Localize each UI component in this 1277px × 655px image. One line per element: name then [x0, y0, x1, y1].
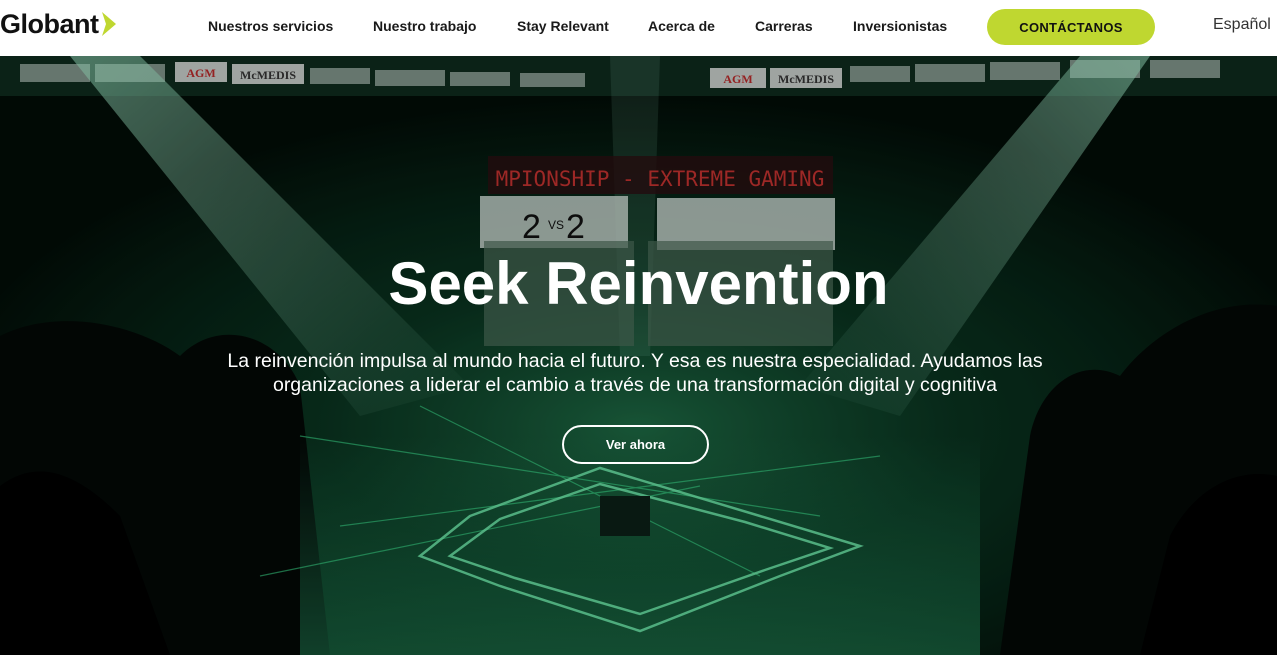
watch-now-button[interactable]: Ver ahora — [562, 425, 709, 464]
site-header: Globant Nuestros servicios Nuestro traba… — [0, 0, 1277, 56]
nav-item-careers[interactable]: Carreras — [755, 18, 813, 34]
nav-item-about[interactable]: Acerca de — [648, 18, 715, 34]
chevron-right-icon — [101, 12, 116, 36]
hero-title: Seek Reinvention — [388, 250, 889, 317]
nav-item-stay-relevant[interactable]: Stay Relevant — [517, 18, 609, 34]
hero-subtitle: La reinvención impulsa al mundo hacia el… — [227, 350, 1043, 396]
nav-item-services[interactable]: Nuestros servicios — [208, 18, 333, 34]
nav-item-work[interactable]: Nuestro trabajo — [373, 18, 476, 34]
nav-item-investors[interactable]: Inversionistas — [853, 18, 947, 34]
language-selector[interactable]: Español — [1213, 16, 1271, 34]
contact-button[interactable]: CONTÁCTANOS — [987, 9, 1155, 45]
globant-logo[interactable]: Globant — [0, 8, 117, 40]
logo-wordmark: Globant — [0, 8, 99, 39]
hero-section: AGM McMEDIS AGM McMEDIS MPIONSHIP - EXTR… — [0, 56, 1277, 655]
